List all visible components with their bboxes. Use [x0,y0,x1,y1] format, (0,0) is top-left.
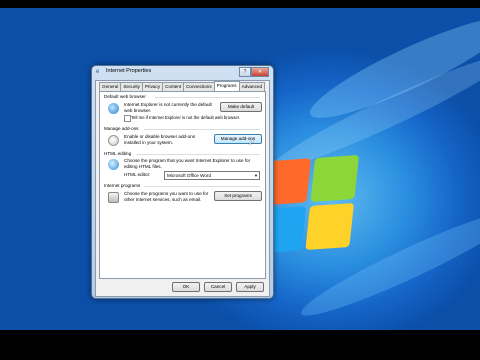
title-bar[interactable]: e Internet Properties ? ✕ [92,66,273,78]
html-editor-value: Microsoft Office Word [167,173,211,178]
letterbox-top [0,0,480,8]
html-editing-desc: Choose the program that you want Interne… [124,158,251,169]
make-default-button[interactable]: Make default [220,102,262,112]
divider [136,154,260,155]
html-editing-group-title: HTML editing [104,151,132,156]
window-title: Internet Properties [106,68,152,74]
divider [144,186,260,187]
default-browser-group-title: Default web browser [104,94,146,99]
close-icon: ✕ [257,69,263,75]
addons-desc: Enable or disable browser add-ons instal… [124,134,195,145]
tab-programs[interactable]: Programs [213,81,240,91]
divider [144,129,260,130]
programs-icon [108,192,119,203]
addons-gear-icon [108,135,119,146]
cancel-button[interactable]: Cancel [204,282,232,292]
tell-me-label: Tell me if Internet Explorer is not the … [131,115,241,120]
html-editor-icon [108,159,119,170]
addons-group-title: Manage add-ons [104,126,139,131]
apply-button[interactable]: Apply [236,282,264,292]
ie-globe-icon [108,103,119,114]
tab-security[interactable]: Security [120,82,143,91]
close-button[interactable]: ✕ [251,67,269,77]
help-button[interactable]: ? [239,67,251,77]
tab-general[interactable]: General [99,82,122,91]
set-programs-button[interactable]: Set programs [214,191,262,201]
internet-properties-window: e Internet Properties ? ✕ General Securi… [91,65,274,299]
dialog-client: General Security Privacy Content Connect… [95,80,270,297]
ie-icon: e [96,69,100,75]
html-editor-select[interactable]: Microsoft Office Word ▼ [164,171,260,180]
html-editor-label: HTML editor: [124,172,151,177]
tab-connections[interactable]: Connections [183,82,215,91]
mouse-cursor: ➚ [248,138,255,147]
divider [155,97,260,98]
tell-me-checkbox[interactable] [124,115,131,122]
chevron-down-icon: ▼ [254,173,258,178]
internet-programs-group-title: Internet programs [104,183,141,188]
tab-advanced[interactable]: Advanced [238,82,266,91]
letterbox-bottom [0,330,480,360]
tab-strip: General Security Privacy Content Connect… [99,81,266,91]
programs-page: Default web browser Internet Explorer is… [99,91,266,279]
default-browser-desc: Internet Explorer is not currently the d… [124,102,212,113]
tab-privacy[interactable]: Privacy [141,82,164,91]
ok-button[interactable]: OK [172,282,200,292]
internet-programs-desc: Choose the programs you want to use for … [124,191,209,202]
tab-content[interactable]: Content [162,82,185,91]
